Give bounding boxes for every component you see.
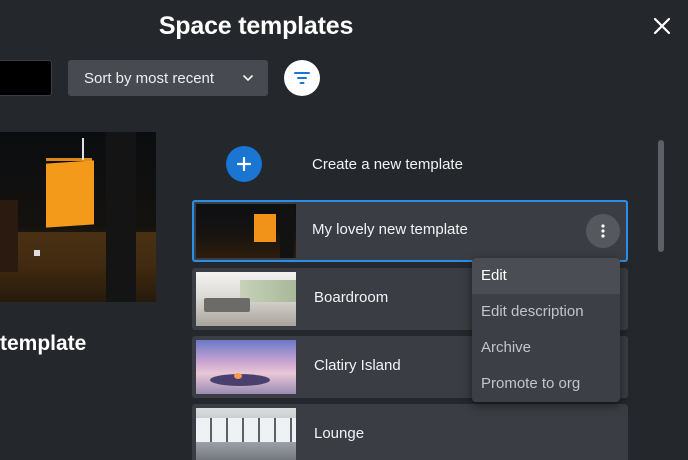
page-title: Space templates [158,12,354,40]
create-plus-button[interactable] [226,146,262,182]
close-icon [653,17,671,35]
sort-dropdown[interactable]: Sort by most recent [68,60,268,96]
filter-button[interactable] [284,60,320,96]
context-menu: Edit Edit description Archive Promote to… [472,258,620,402]
template-preview-image [0,132,156,302]
create-template-button[interactable]: Create a new template [226,146,463,182]
template-card-label: Boardroom [314,289,389,306]
template-card-label: Clatiry Island [314,357,401,374]
close-button[interactable] [650,14,674,38]
menu-item-archive[interactable]: Archive [472,330,620,366]
menu-item-edit[interactable]: Edit [472,258,620,294]
template-card[interactable]: Lounge [192,404,628,460]
filter-icon [294,72,310,84]
search-input[interactable] [0,60,52,96]
template-card-label: My lovely new template [312,221,468,238]
template-thumbnail [196,204,296,258]
sort-label: Sort by most recent [84,69,215,87]
template-thumbnail [196,340,296,394]
plus-icon [236,156,252,172]
menu-item-promote-to-org[interactable]: Promote to org [472,366,620,402]
template-thumbnail [196,408,296,460]
create-template-label: Create a new template [312,155,463,173]
template-card-selected[interactable]: My lovely new template [192,200,628,262]
more-vertical-icon [601,224,605,238]
template-card-label: Lounge [314,425,365,442]
template-thumbnail [196,272,296,326]
template-title: template [0,332,87,355]
chevron-down-icon [243,75,253,82]
more-options-button[interactable] [586,214,620,248]
scrollbar-thumb[interactable] [658,140,664,252]
menu-item-edit-description[interactable]: Edit description [472,294,620,330]
